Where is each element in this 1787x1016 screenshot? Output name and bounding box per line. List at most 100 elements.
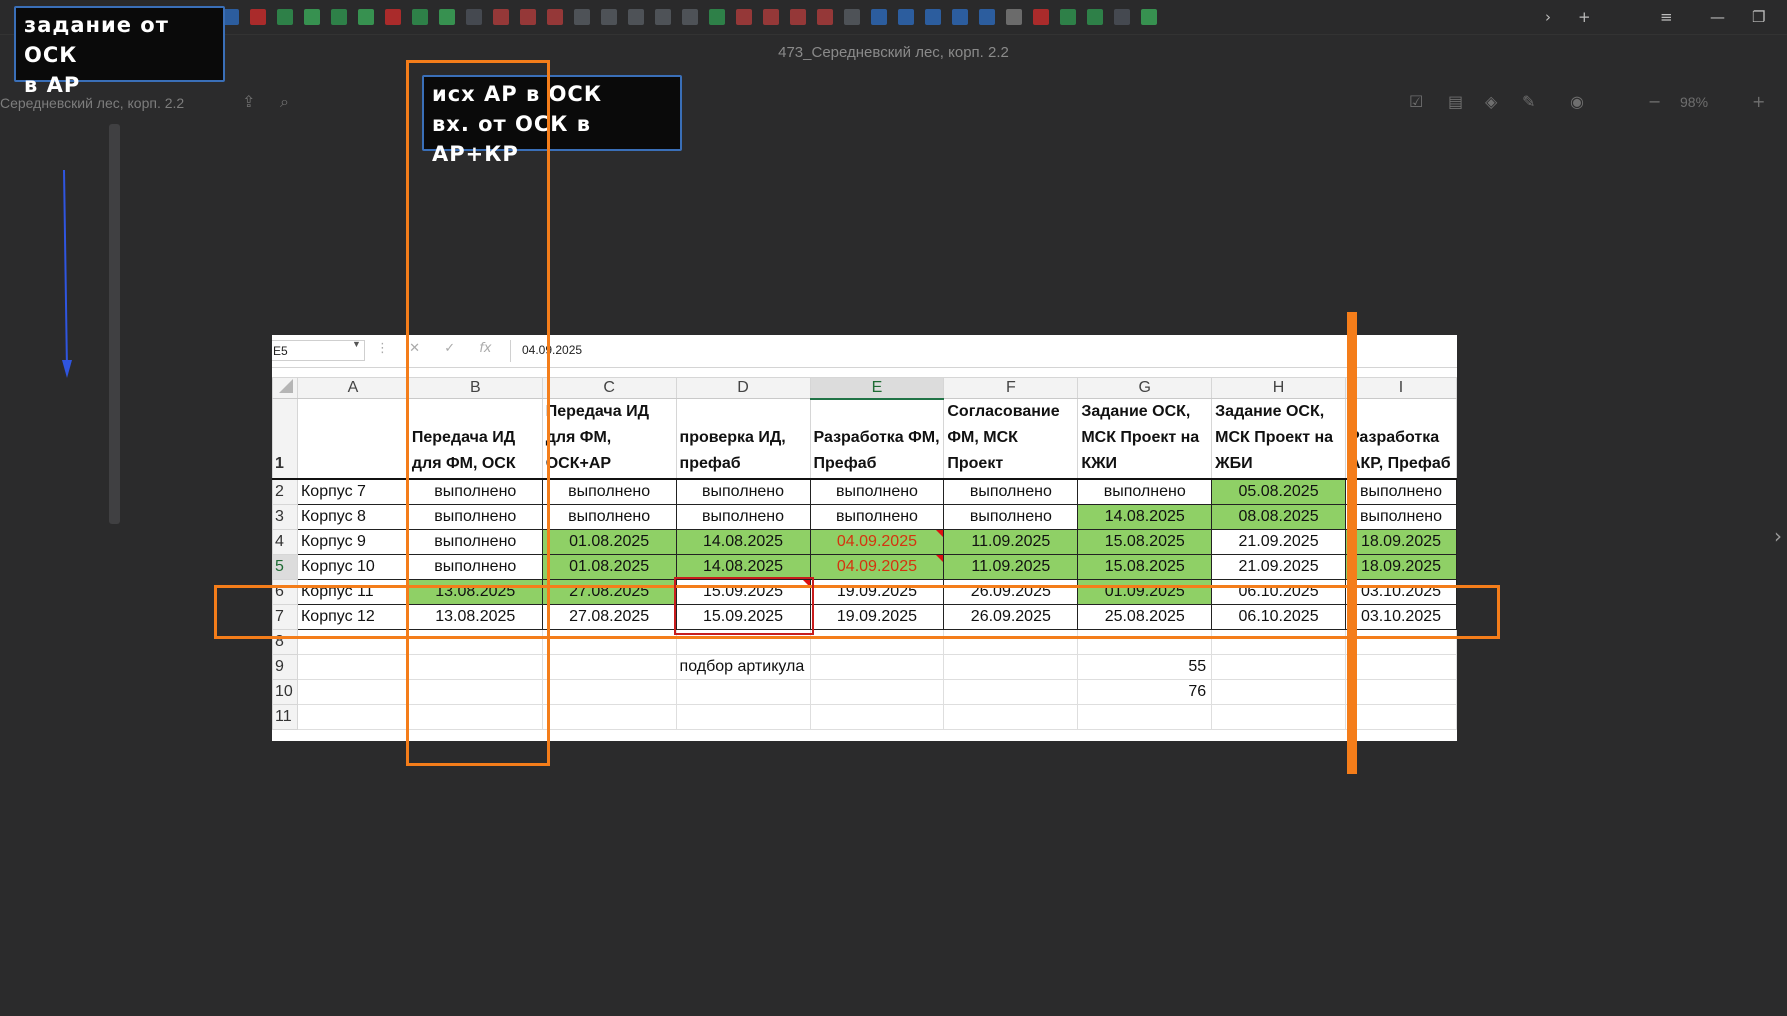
status-cell[interactable]: выполнено bbox=[541, 503, 677, 530]
cell[interactable] bbox=[296, 678, 409, 705]
status-cell[interactable]: 14.08.2025 bbox=[675, 553, 811, 580]
select-all-corner[interactable] bbox=[272, 377, 298, 399]
status-cell[interactable]: 15.08.2025 bbox=[1077, 528, 1213, 555]
bookmark-icon[interactable] bbox=[871, 9, 887, 25]
row-header[interactable]: 10 bbox=[272, 678, 298, 705]
column-header-c[interactable]: C bbox=[541, 377, 677, 399]
chevron-down-icon[interactable]: ▼ bbox=[352, 339, 361, 349]
status-cell[interactable]: выполнено bbox=[1344, 478, 1457, 505]
status-cell[interactable]: выполнено bbox=[809, 503, 945, 530]
cell[interactable] bbox=[296, 653, 409, 680]
column-header-i[interactable]: I bbox=[1344, 377, 1457, 399]
column-title-cell[interactable]: Задание ОСК, МСК Проект на КЖИ bbox=[1077, 398, 1213, 480]
status-cell[interactable]: выполнено bbox=[809, 478, 945, 505]
plus-icon[interactable]: + bbox=[1578, 8, 1591, 26]
cell[interactable] bbox=[1077, 703, 1213, 730]
bookmark-icon[interactable] bbox=[520, 9, 536, 25]
status-cell[interactable]: 01.08.2025 bbox=[541, 528, 677, 555]
building-name-cell[interactable]: Корпус 10 bbox=[296, 553, 409, 580]
status-cell[interactable]: 15.08.2025 bbox=[1077, 553, 1213, 580]
chevron-right-icon[interactable]: › bbox=[1774, 524, 1782, 548]
column-header-e[interactable]: E bbox=[809, 377, 945, 400]
column-header-a[interactable]: A bbox=[296, 377, 409, 399]
bookmark-icon[interactable] bbox=[547, 9, 563, 25]
status-cell[interactable]: 18.09.2025 bbox=[1344, 553, 1457, 580]
building-name-cell[interactable]: Корпус 7 bbox=[296, 478, 409, 505]
building-name-cell[interactable]: Корпус 8 bbox=[296, 503, 409, 530]
status-cell[interactable]: выполнено bbox=[541, 478, 677, 505]
bookmark-icon[interactable] bbox=[250, 9, 266, 25]
zoom-out-icon[interactable]: − bbox=[1648, 92, 1661, 111]
status-cell[interactable]: 05.08.2025 bbox=[1211, 478, 1346, 505]
cell[interactable] bbox=[675, 703, 811, 730]
cell[interactable] bbox=[943, 703, 1079, 730]
bookmark-icon[interactable] bbox=[412, 9, 428, 25]
bookmark-icon[interactable] bbox=[817, 9, 833, 25]
status-cell[interactable]: 08.08.2025 bbox=[1211, 503, 1346, 530]
bookmark-icon[interactable] bbox=[844, 9, 860, 25]
bookmark-icon[interactable] bbox=[1141, 9, 1157, 25]
column-title-cell[interactable]: Согласование ФМ, МСК Проект bbox=[943, 398, 1079, 480]
bookmark-icon[interactable] bbox=[655, 9, 671, 25]
status-cell[interactable]: 14.08.2025 bbox=[675, 528, 811, 555]
column-header-h[interactable]: H bbox=[1211, 377, 1346, 399]
cell[interactable] bbox=[1211, 653, 1346, 680]
cell[interactable]: 76 bbox=[1077, 678, 1213, 705]
status-cell[interactable]: выполнено bbox=[1077, 478, 1213, 505]
cell[interactable] bbox=[809, 678, 945, 705]
column-header-d[interactable]: D bbox=[675, 377, 811, 399]
cell[interactable] bbox=[809, 703, 945, 730]
building-name-cell[interactable]: Корпус 9 bbox=[296, 528, 409, 555]
bookmark-icon[interactable] bbox=[331, 9, 347, 25]
row-header[interactable]: 5 bbox=[272, 553, 298, 580]
status-cell[interactable]: 11.09.2025 bbox=[943, 553, 1079, 580]
row-header[interactable]: 4 bbox=[272, 528, 298, 555]
column-title-cell[interactable]: Передача ИД для ФМ, ОСК+АР bbox=[541, 398, 677, 480]
cell[interactable] bbox=[809, 653, 945, 680]
bookmark-icon[interactable] bbox=[790, 9, 806, 25]
bookmark-icon[interactable] bbox=[223, 9, 239, 25]
bookmark-icon[interactable] bbox=[385, 9, 401, 25]
bookmark-icon[interactable] bbox=[1033, 9, 1049, 25]
cell[interactable] bbox=[541, 653, 677, 680]
bookmark-icon[interactable] bbox=[493, 9, 509, 25]
bookmark-icon[interactable] bbox=[358, 9, 374, 25]
cell[interactable] bbox=[296, 703, 409, 730]
bookmark-icon[interactable] bbox=[1114, 9, 1130, 25]
restore-button[interactable]: ❐ bbox=[1752, 8, 1765, 26]
checkbox-icon[interactable]: ☑ bbox=[1409, 92, 1423, 111]
row-header[interactable]: 9 bbox=[272, 653, 298, 680]
share-icon[interactable]: ⇪ bbox=[242, 92, 255, 111]
minimize-button[interactable]: — bbox=[1710, 8, 1725, 26]
status-cell[interactable]: 21.09.2025 bbox=[1211, 528, 1346, 555]
cell[interactable] bbox=[541, 678, 677, 705]
cell[interactable] bbox=[943, 678, 1079, 705]
cell[interactable] bbox=[541, 703, 677, 730]
bookmark-icon[interactable] bbox=[466, 9, 482, 25]
search-icon[interactable]: ⌕ bbox=[280, 92, 289, 112]
status-cell[interactable]: 04.09.2025 bbox=[809, 528, 945, 555]
column-title-cell[interactable] bbox=[296, 398, 409, 480]
row-header[interactable]: 2 bbox=[272, 478, 298, 505]
row-header[interactable]: 1 bbox=[272, 398, 298, 480]
status-cell[interactable]: 01.08.2025 bbox=[541, 553, 677, 580]
column-title-cell[interactable]: Задание ОСК, МСК Проект на ЖБИ bbox=[1211, 398, 1346, 480]
cell[interactable] bbox=[1344, 678, 1457, 705]
chevron-right-icon[interactable]: › bbox=[1545, 8, 1551, 26]
row-header[interactable]: 11 bbox=[272, 703, 298, 730]
cell[interactable] bbox=[1211, 703, 1346, 730]
shapes-icon[interactable]: ◈ bbox=[1485, 92, 1497, 111]
bookmark-icon[interactable] bbox=[574, 9, 590, 25]
bookmark-icon[interactable] bbox=[709, 9, 725, 25]
bookmark-icon[interactable] bbox=[439, 9, 455, 25]
status-cell[interactable]: выполнено bbox=[675, 503, 811, 530]
cell[interactable] bbox=[1211, 678, 1346, 705]
bookmark-icon[interactable] bbox=[628, 9, 644, 25]
cell[interactable] bbox=[943, 653, 1079, 680]
pen-icon[interactable]: ✎ bbox=[1522, 92, 1535, 111]
row-header[interactable]: 3 bbox=[272, 503, 298, 530]
avatar[interactable]: ◉ bbox=[1570, 92, 1584, 111]
bookmark-icon[interactable] bbox=[304, 9, 320, 25]
status-cell[interactable]: выполнено bbox=[675, 478, 811, 505]
column-title-cell[interactable]: Разработка ФМ, Префаб bbox=[809, 398, 945, 480]
